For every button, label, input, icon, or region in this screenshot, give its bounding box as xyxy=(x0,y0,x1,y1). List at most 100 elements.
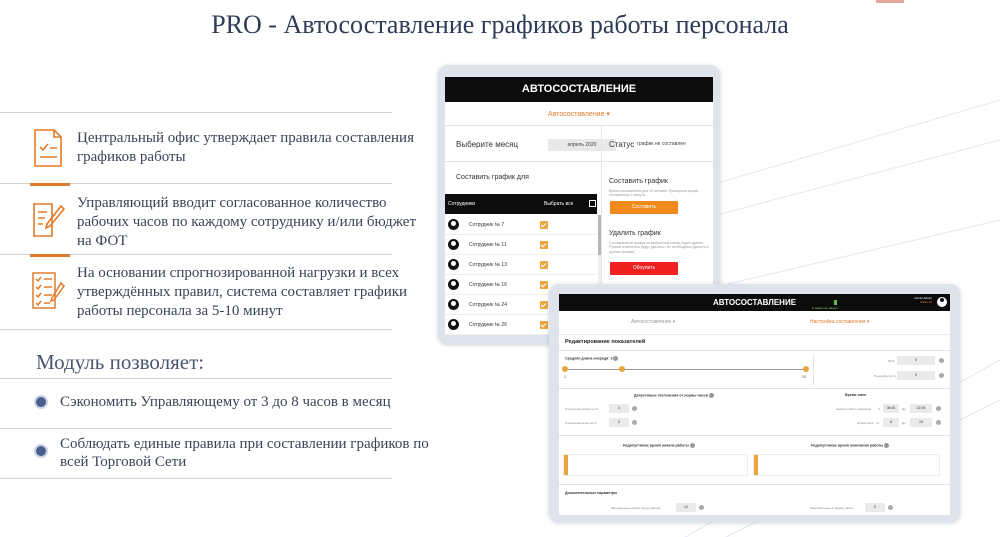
bad-start-title: Недопустимое время начала работы xyxy=(623,443,695,448)
info-icon[interactable] xyxy=(708,393,714,398)
avatar-icon xyxy=(448,319,459,330)
bad-start-range[interactable] xyxy=(563,454,748,476)
employee-name: Сотрудник № 26 xyxy=(469,322,507,328)
autocompose-dropdown[interactable]: Автосоставление ▾ xyxy=(445,102,713,126)
deviation-title: Допустимые отклонения от нормы часов xyxy=(634,393,714,398)
feature-list: Центральный офис утверждает правила сост… xyxy=(0,112,416,326)
avatar-icon xyxy=(448,279,459,290)
info-icon[interactable] xyxy=(632,406,637,411)
employee-checkbox[interactable] xyxy=(540,301,548,309)
employee-row[interactable]: Сотрудник № 11 xyxy=(445,235,597,255)
slider-handle-value[interactable] xyxy=(619,366,625,372)
employee-checkbox[interactable] xyxy=(540,221,548,229)
avatar-icon xyxy=(448,239,459,250)
bullet-icon xyxy=(36,446,46,456)
info-icon[interactable] xyxy=(689,443,695,448)
feature-text: На основании спрогнозированной нагрузки … xyxy=(77,265,408,319)
benefit-text: Соблюдать единые правила при составлении… xyxy=(60,436,429,470)
employee-checkbox[interactable] xyxy=(540,241,548,249)
app-bar: АВТОСОСТАВЛЕНИЕ ● зашёл не зашёл Admin A… xyxy=(559,294,950,311)
reset-button[interactable]: Обнулить xyxy=(610,262,678,275)
select-all-checkbox[interactable] xyxy=(589,200,596,207)
shift-len-to-input[interactable]: 15 xyxy=(910,418,932,427)
fot-input[interactable]: 0 xyxy=(897,356,935,365)
delete-description: Составленный график за выбранный месяц б… xyxy=(609,241,709,254)
info-icon[interactable] xyxy=(884,443,890,448)
user-avatar-icon[interactable] xyxy=(937,297,947,307)
compose-description: Время составления для 10 человек. Пример… xyxy=(609,189,699,198)
employee-row[interactable]: Сотрудник № 7 xyxy=(445,215,597,235)
info-icon[interactable] xyxy=(939,373,944,378)
bad-end-range[interactable] xyxy=(753,454,940,476)
shift-from-label: С xyxy=(878,407,881,411)
info-icon[interactable] xyxy=(699,505,704,510)
extra-min-input[interactable]: 12 xyxy=(676,503,696,512)
user-role: Заказ 10 xyxy=(919,300,932,304)
deviation-title-text: Допустимые отклонения от нормы часов xyxy=(634,393,708,398)
info-icon[interactable] xyxy=(939,358,944,363)
avatar-icon xyxy=(448,219,459,230)
month-label: Выберите месяц xyxy=(456,140,519,149)
divider xyxy=(559,388,950,389)
extra-min-label: Минимальное время перед сменой xyxy=(611,506,661,510)
slider-min: 1 xyxy=(564,375,566,379)
tabs: Автосоставление ▾ Настройка составления … xyxy=(559,311,950,335)
shift-to-label: До xyxy=(902,407,906,411)
shift-from-input[interactable]: 08:00 xyxy=(883,404,899,413)
status-label: Статус xyxy=(609,140,635,149)
checklist-icon xyxy=(32,272,65,309)
extra-max-label: Максимальное в подряд часов xyxy=(810,506,853,510)
deviation-minus-label: Отклонение вниз на % xyxy=(565,421,597,425)
divider xyxy=(559,350,950,351)
info-icon[interactable] xyxy=(936,420,941,425)
extra-max-input[interactable]: 0 xyxy=(865,503,885,512)
module-title: Модуль позволяет: xyxy=(36,350,205,374)
info-icon[interactable] xyxy=(936,406,941,411)
bad-start-handle[interactable] xyxy=(564,455,568,475)
employee-name: Сотрудник № 11 xyxy=(469,242,507,248)
info-icon[interactable] xyxy=(888,505,893,510)
status-value: график не составлен xyxy=(637,141,686,147)
employee-row[interactable]: Сотрудник № 13 xyxy=(445,255,597,275)
status-indicator xyxy=(834,300,837,305)
column-select-all: Выбрать все xyxy=(544,201,574,207)
divider xyxy=(0,478,392,479)
bad-end-title-text: Недопустимое время окончания работы xyxy=(811,443,884,448)
deviation-minus-input[interactable]: 3 xyxy=(609,418,629,427)
app-bar-title: АВТОСОСТАВЛЕНИЕ xyxy=(712,298,797,307)
delete-title: Удалить график xyxy=(609,230,661,237)
bad-end-handle[interactable] xyxy=(754,455,758,475)
avatar-icon xyxy=(448,259,459,270)
employee-checkbox[interactable] xyxy=(540,261,548,269)
user-info: Admin Admin Заказ 10 xyxy=(906,296,932,304)
compose-button[interactable]: Составить xyxy=(610,201,678,214)
info-icon[interactable] xyxy=(632,420,637,425)
tab-compose-settings[interactable]: Настройка составления ▾ xyxy=(810,319,869,325)
divider xyxy=(559,435,950,436)
overtime-input[interactable]: 0 xyxy=(897,371,935,380)
app-bar-title: АВТОСОСТАВЛЕНИЕ xyxy=(445,77,713,102)
avg-queue-slider[interactable] xyxy=(565,369,805,370)
feature-item: На основании спрогнозированной нагрузки … xyxy=(0,254,407,326)
slider-handle-max[interactable] xyxy=(803,366,809,372)
compose-title: Составить график xyxy=(609,178,668,185)
column-employees: Сотрудники xyxy=(448,201,476,207)
fot-label: ФОТ xyxy=(888,359,895,363)
employee-checkbox[interactable] xyxy=(540,321,548,329)
deviation-plus-label: Отклонение вверх на % xyxy=(565,407,599,411)
deviation-plus-input[interactable]: 3 xyxy=(609,404,629,413)
document-check-icon xyxy=(34,129,62,167)
month-select[interactable]: апрель 2020 xyxy=(548,139,616,151)
tab-autocompose[interactable]: Автосоставление ▾ xyxy=(631,319,675,325)
employee-name: Сотрудник № 24 xyxy=(469,302,507,308)
pen-document-icon xyxy=(33,203,66,237)
overtime-label: Переработка % xyxy=(874,374,896,378)
slider-handle-min[interactable] xyxy=(562,366,568,372)
shift-to-input[interactable]: 22:00 xyxy=(910,404,932,413)
make-for-label: Составить график для xyxy=(456,174,529,181)
employee-checkbox[interactable] xyxy=(540,281,548,289)
info-icon[interactable] xyxy=(613,356,619,361)
shift-len-from-input[interactable]: 6 xyxy=(883,418,899,427)
bad-end-title: Недопустимое время окончания работы xyxy=(811,443,890,448)
feature-text: Центральный офис утверждает правила сост… xyxy=(77,130,414,165)
